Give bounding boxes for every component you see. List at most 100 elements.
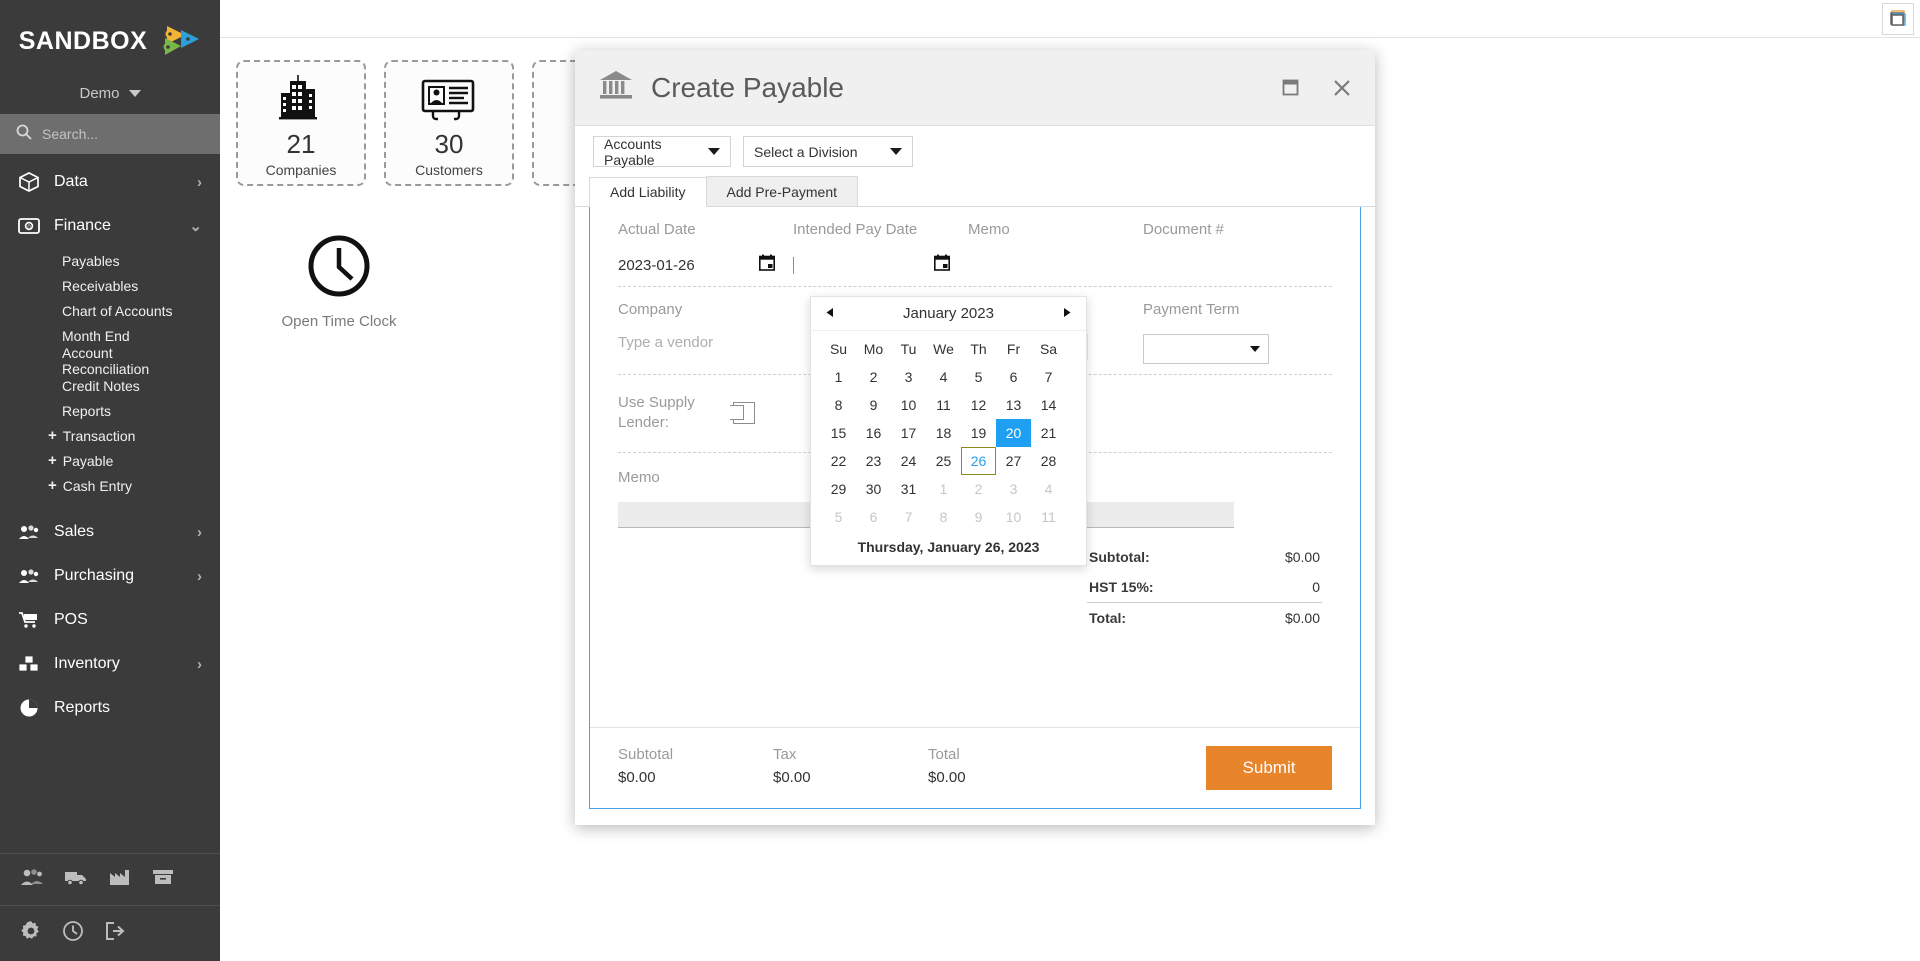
sidebar-subitem-reports[interactable]: Reports bbox=[0, 398, 220, 423]
gear-icon[interactable] bbox=[20, 920, 42, 947]
datepicker-day-4[interactable]: 4 bbox=[926, 363, 961, 391]
sidebar-item-reports[interactable]: Reports bbox=[0, 686, 220, 730]
datepicker-day-5[interactable]: 5 bbox=[961, 363, 996, 391]
archive-icon[interactable] bbox=[152, 868, 174, 891]
maximize-icon[interactable] bbox=[1273, 71, 1307, 105]
datepicker-day-30[interactable]: 30 bbox=[856, 475, 891, 503]
submit-button[interactable]: Submit bbox=[1206, 746, 1332, 790]
datepicker-day-28[interactable]: 28 bbox=[1031, 447, 1066, 475]
hst-value: 0 bbox=[1312, 578, 1320, 595]
sidebar-item-data[interactable]: Data › bbox=[0, 160, 220, 204]
datepicker-day-6[interactable]: 6 bbox=[996, 363, 1031, 391]
datepicker-day-16[interactable]: 16 bbox=[856, 419, 891, 447]
datepicker-day-1[interactable]: 1 bbox=[926, 475, 961, 503]
field-intended-pay-date: Intended Pay Date bbox=[793, 221, 968, 276]
sidebar-subitem-receivables[interactable]: Receivables bbox=[0, 273, 220, 298]
triangle-right-icon[interactable] bbox=[1061, 307, 1072, 321]
tile-customers[interactable]: 30 Customers bbox=[384, 60, 514, 186]
clock-icon[interactable] bbox=[62, 920, 84, 947]
datepicker-day-31[interactable]: 31 bbox=[891, 475, 926, 503]
sidebar-subitem-chart-of-accounts[interactable]: Chart of Accounts bbox=[0, 298, 220, 323]
factory-icon[interactable] bbox=[108, 868, 132, 891]
datepicker-day-8[interactable]: 8 bbox=[926, 503, 961, 531]
sidebar-action-cash-entry[interactable]: + Cash Entry bbox=[0, 473, 220, 498]
footer-total-value: $0.00 bbox=[928, 769, 966, 786]
datepicker-day-27[interactable]: 27 bbox=[996, 447, 1031, 475]
sidebar-subitem-payables[interactable]: Payables bbox=[0, 248, 220, 273]
datepicker-day-10[interactable]: 10 bbox=[891, 391, 926, 419]
sidebar-item-inventory[interactable]: Inventory › bbox=[0, 642, 220, 686]
open-time-clock-widget[interactable]: Open Time Clock bbox=[264, 234, 414, 330]
datepicker-day-9[interactable]: 9 bbox=[856, 391, 891, 419]
datepicker-day-23[interactable]: 23 bbox=[856, 447, 891, 475]
datepicker-day-7[interactable]: 7 bbox=[891, 503, 926, 531]
account-switcher[interactable]: Demo bbox=[0, 72, 220, 114]
triangle-left-icon[interactable] bbox=[825, 307, 836, 321]
search-bar[interactable] bbox=[0, 114, 220, 154]
sidebar-item-sales[interactable]: Sales › bbox=[0, 510, 220, 554]
sidebar-subitem-account-reconciliation[interactable]: Account Reconciliation bbox=[0, 345, 220, 377]
datepicker-day-18[interactable]: 18 bbox=[926, 419, 961, 447]
datepicker-day-24[interactable]: 24 bbox=[891, 447, 926, 475]
sidebar-item-pos[interactable]: POS bbox=[0, 598, 220, 642]
sidebar-subitem-credit-notes[interactable]: Credit Notes bbox=[0, 373, 220, 398]
datepicker-day-15[interactable]: 15 bbox=[821, 419, 856, 447]
datepicker-day-21[interactable]: 21 bbox=[1031, 419, 1066, 447]
datepicker-day-11[interactable]: 11 bbox=[1031, 503, 1066, 531]
intended-pay-date-label: Intended Pay Date bbox=[793, 221, 918, 238]
actual-date-value[interactable]: 2023-01-26 bbox=[618, 257, 695, 274]
sidebar-action-transaction[interactable]: + Transaction bbox=[0, 423, 220, 448]
sidebar-item-label: Reports bbox=[54, 699, 111, 716]
datepicker-day-22[interactable]: 22 bbox=[821, 447, 856, 475]
datepicker-day-3[interactable]: 3 bbox=[891, 363, 926, 391]
search-input[interactable] bbox=[42, 126, 204, 142]
datepicker-day-6[interactable]: 6 bbox=[856, 503, 891, 531]
use-supply-lender-checkbox[interactable] bbox=[730, 402, 755, 425]
datepicker-day-8[interactable]: 8 bbox=[821, 391, 856, 419]
sidebar-item-purchasing[interactable]: Purchasing › bbox=[0, 554, 220, 598]
datepicker-day-14[interactable]: 14 bbox=[1031, 391, 1066, 419]
tab-add-pre-payment[interactable]: Add Pre-Payment bbox=[705, 176, 858, 206]
truck-icon[interactable] bbox=[64, 868, 88, 891]
account-type-select[interactable]: Accounts Payable bbox=[593, 136, 731, 168]
logout-icon[interactable] bbox=[104, 921, 126, 946]
close-icon[interactable] bbox=[1325, 71, 1359, 105]
datepicker-day-1[interactable]: 1 bbox=[821, 363, 856, 391]
datepicker-day-2[interactable]: 2 bbox=[856, 363, 891, 391]
calendar-icon[interactable] bbox=[759, 254, 775, 276]
datepicker-day-17[interactable]: 17 bbox=[891, 419, 926, 447]
datepicker-day-11[interactable]: 11 bbox=[926, 391, 961, 419]
tile-count: 21 bbox=[286, 128, 316, 159]
tile-companies[interactable]: 21 Companies bbox=[236, 60, 366, 186]
stacked-windows-icon[interactable] bbox=[1882, 2, 1914, 35]
division-select[interactable]: Select a Division bbox=[743, 136, 913, 167]
datepicker-day-2[interactable]: 2 bbox=[961, 475, 996, 503]
sidebar-action-payable[interactable]: + Payable bbox=[0, 448, 220, 473]
datepicker-day-20[interactable]: 20 bbox=[996, 419, 1031, 447]
datepicker-day-3[interactable]: 3 bbox=[996, 475, 1031, 503]
datepicker-day-13[interactable]: 13 bbox=[996, 391, 1031, 419]
calendar-icon[interactable] bbox=[934, 254, 950, 276]
tab-add-liability[interactable]: Add Liability bbox=[589, 177, 707, 207]
datepicker-day-5[interactable]: 5 bbox=[821, 503, 856, 531]
intended-pay-date-input[interactable] bbox=[793, 256, 794, 274]
datepicker-day-25[interactable]: 25 bbox=[926, 447, 961, 475]
datepicker-day-12[interactable]: 12 bbox=[961, 391, 996, 419]
brand-logo[interactable]: SANDBOX bbox=[0, 0, 220, 72]
people-icon[interactable] bbox=[20, 868, 44, 891]
sidebar-item-finance[interactable]: 0 Finance ⌄ bbox=[0, 204, 220, 248]
company-input[interactable]: Type a vendor bbox=[618, 334, 793, 351]
datepicker-day-29[interactable]: 29 bbox=[821, 475, 856, 503]
payment-term-select[interactable] bbox=[1143, 334, 1269, 364]
footer-total: Total $0.00 bbox=[928, 746, 1083, 786]
datepicker-day-7[interactable]: 7 bbox=[1031, 363, 1066, 391]
search-icon bbox=[16, 124, 32, 145]
modal-header: Create Payable bbox=[575, 50, 1375, 126]
datepicker-week-row: 15 16 17 18 19 20 21 bbox=[821, 419, 1076, 447]
datepicker-day-19[interactable]: 19 bbox=[961, 419, 996, 447]
datepicker-day-4[interactable]: 4 bbox=[1031, 475, 1066, 503]
datepicker-day-26[interactable]: 26 bbox=[961, 447, 996, 475]
nav-group-secondary: Sales › Purchasing › POS Inventory › Rep… bbox=[0, 510, 220, 730]
datepicker-day-10[interactable]: 10 bbox=[996, 503, 1031, 531]
datepicker-day-9[interactable]: 9 bbox=[961, 503, 996, 531]
